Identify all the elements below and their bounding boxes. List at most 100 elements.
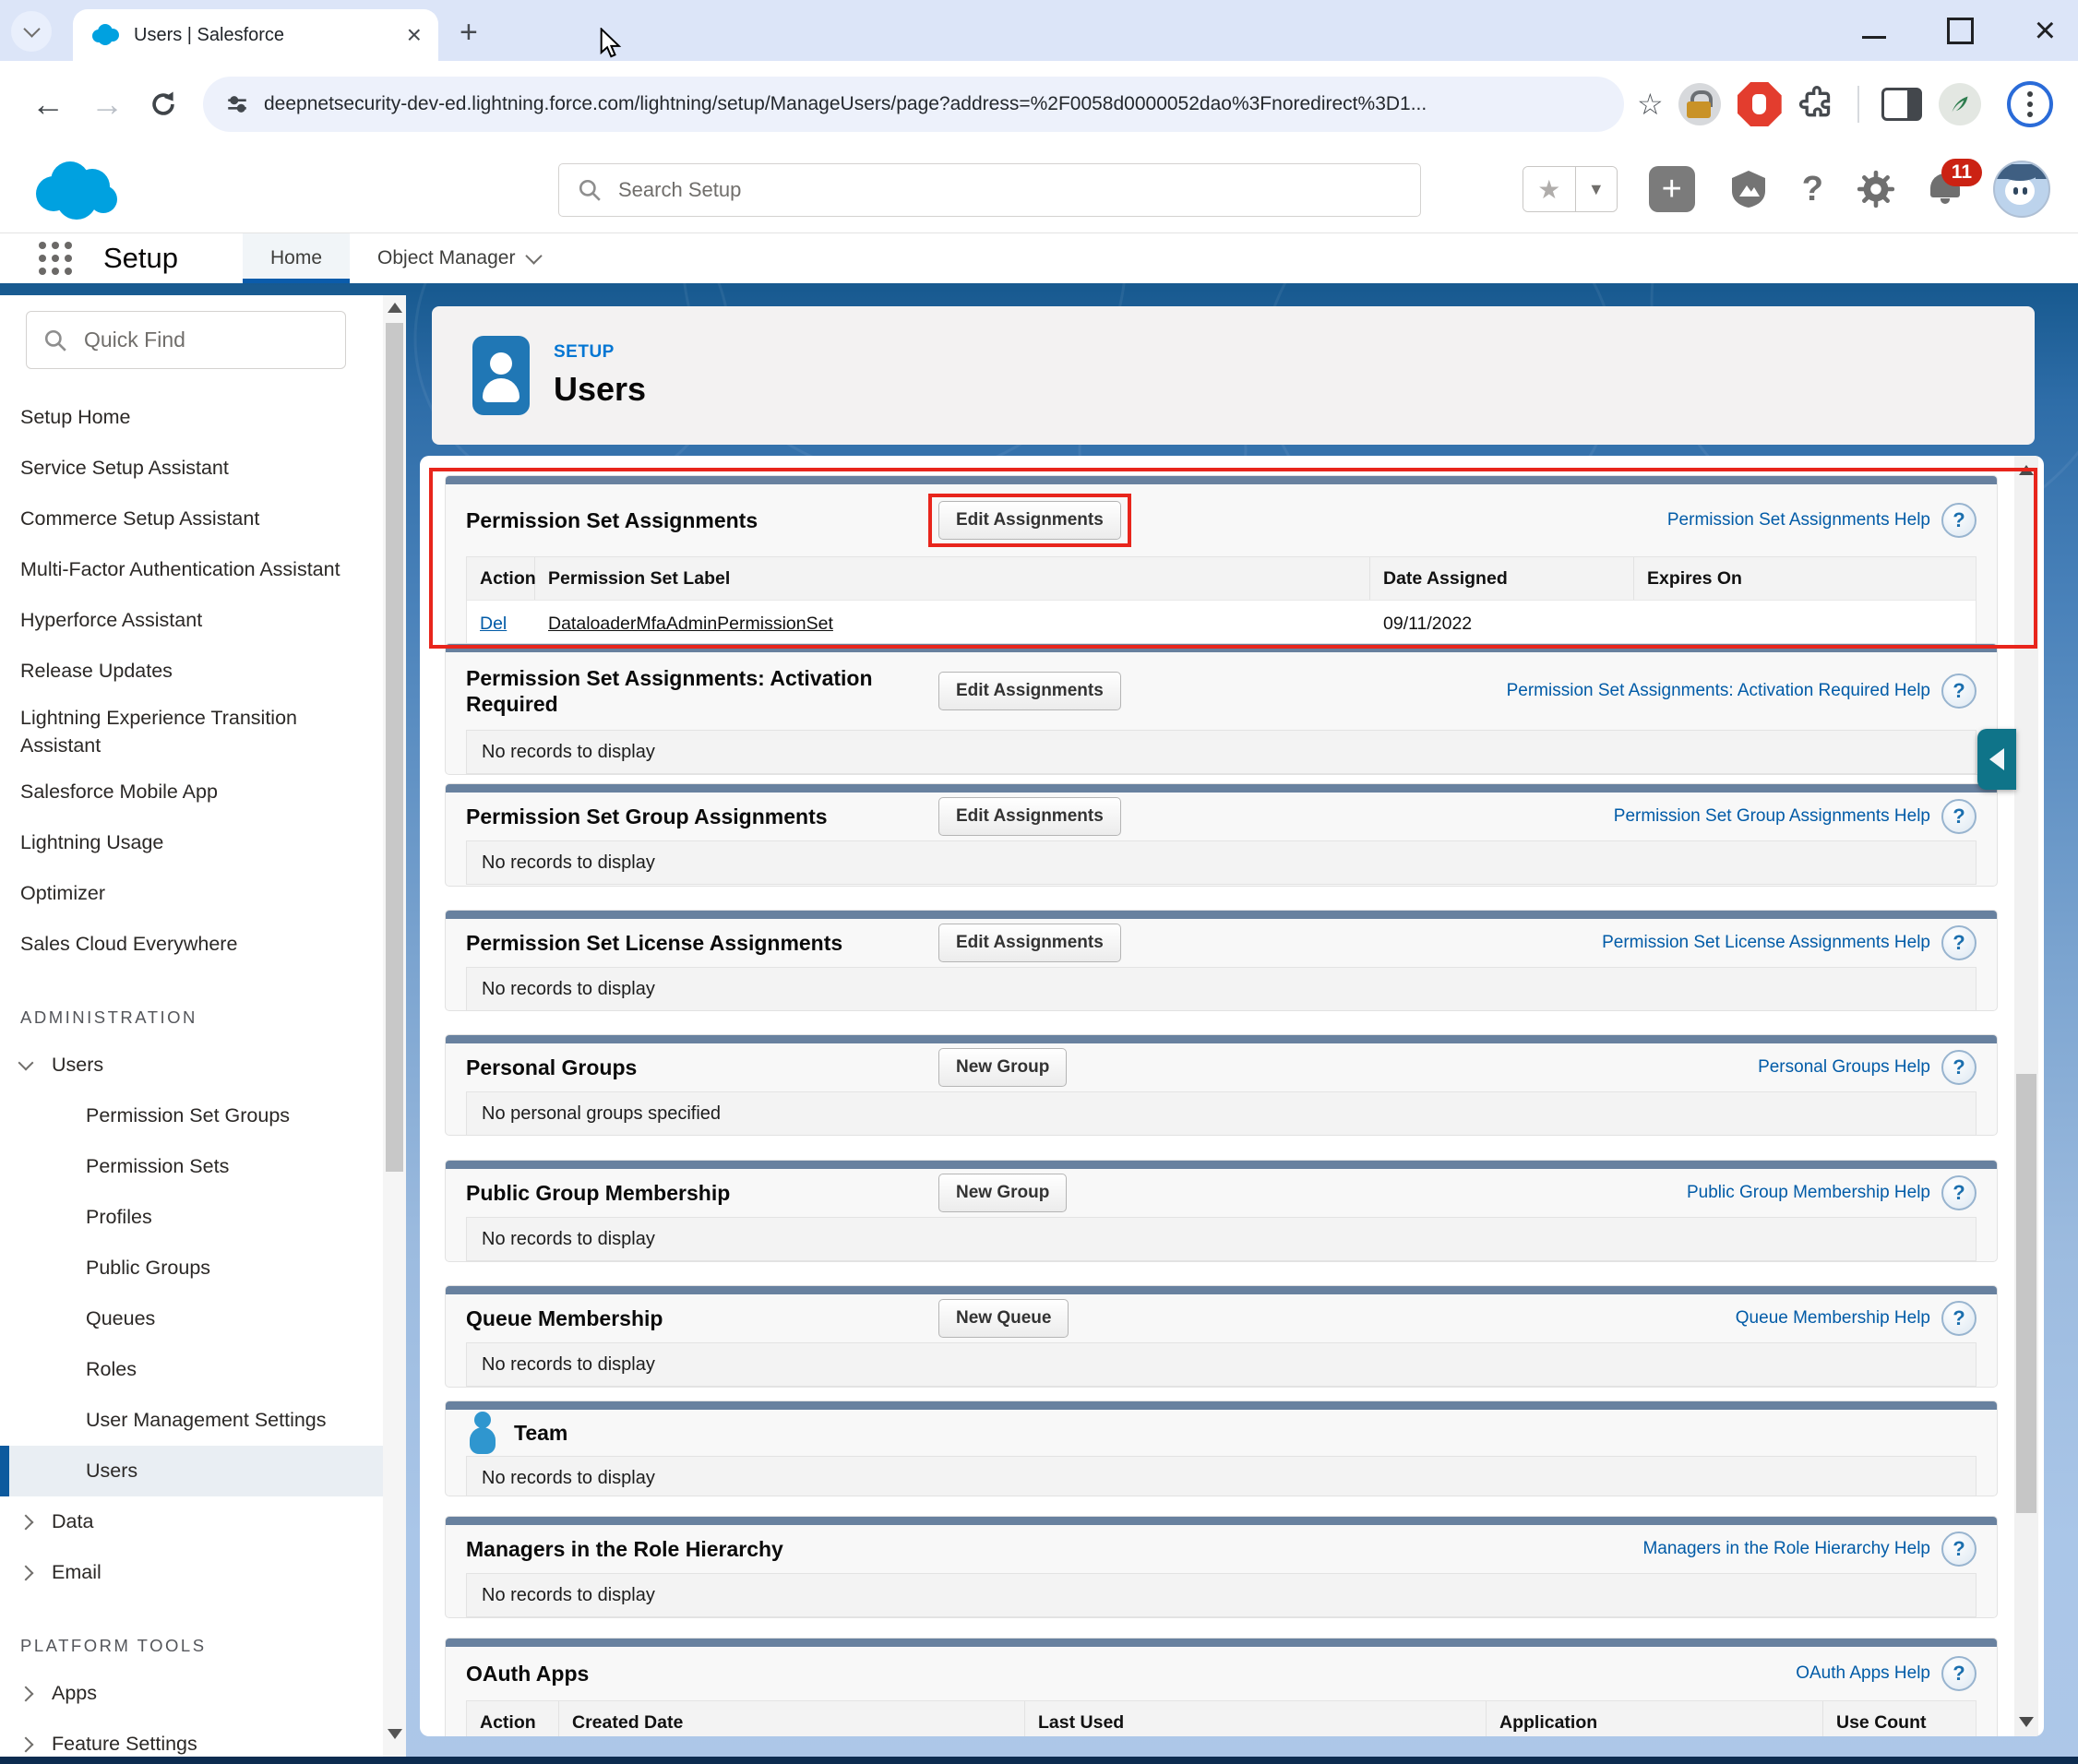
sidebar-item-sales-cloud-everywhere[interactable]: Sales Cloud Everywhere	[0, 919, 383, 970]
tab-home[interactable]: Home	[243, 233, 350, 283]
new-group-button[interactable]: New Group	[938, 1048, 1067, 1087]
sidebar-nav: Setup Home Service Setup Assistant Comme…	[0, 392, 383, 1764]
window-minimize-button[interactable]	[1862, 36, 1886, 39]
global-actions-icon[interactable]: +	[1649, 166, 1695, 212]
tab-close-icon[interactable]: ×	[407, 22, 422, 48]
help-link[interactable]: Permission Set Assignments Help	[1667, 510, 1930, 530]
trailhead-icon[interactable]	[1726, 167, 1771, 211]
edit-assignments-button[interactable]: Edit Assignments	[938, 501, 1121, 540]
bookmark-star-icon[interactable]: ☆	[1637, 87, 1664, 122]
empty-message: No records to display	[466, 840, 1976, 885]
sidebar-item-mfa-assistant[interactable]: Multi-Factor Authentication Assistant	[0, 544, 383, 595]
help-icon[interactable]: ?	[1802, 170, 1823, 209]
password-extension-icon[interactable]	[1678, 83, 1721, 125]
address-bar[interactable]: deepnetsecurity-dev-ed.lightning.force.c…	[203, 77, 1624, 132]
window-maximize-button[interactable]	[1947, 18, 1974, 44]
setup-gear-icon[interactable]	[1855, 168, 1897, 210]
collapse-panel-tab[interactable]	[1977, 729, 2016, 790]
permission-set-link[interactable]: DataloaderMfaAdminPermissionSet	[548, 614, 833, 635]
sidebar-item-commerce-setup-assistant[interactable]: Commerce Setup Assistant	[0, 494, 383, 544]
sidebar-item-data[interactable]: Data	[0, 1496, 383, 1547]
user-avatar[interactable]	[1993, 161, 2050, 218]
column-header: Created Date	[559, 1701, 1025, 1736]
browser-tab[interactable]: Users | Salesforce ×	[73, 9, 438, 61]
help-question-icon[interactable]: ?	[1941, 1656, 1976, 1691]
browser-menu-icon[interactable]	[2007, 81, 2053, 127]
forward-icon[interactable]: →	[90, 85, 124, 124]
quick-find-box[interactable]	[26, 311, 346, 369]
tab-search-button[interactable]	[11, 11, 52, 52]
edit-assignments-button[interactable]: Edit Assignments	[938, 924, 1121, 962]
sidebar-item-permission-set-groups[interactable]: Permission Set Groups	[0, 1091, 383, 1141]
empty-message: No records to display	[466, 1217, 1976, 1261]
tab-object-manager[interactable]: Object Manager	[350, 233, 567, 283]
oauth-apps-table: Action Created Date Last Used Applicatio…	[466, 1700, 1976, 1736]
sidebar-item-queues[interactable]: Queues	[0, 1293, 383, 1344]
help-link[interactable]: Public Group Membership Help	[1687, 1183, 1930, 1203]
sidebar-item-release-updates[interactable]: Release Updates	[0, 646, 383, 697]
favorites-dropdown-icon[interactable]: ▼	[1575, 167, 1617, 211]
sidebar-item-lex-transition-assistant[interactable]: Lightning Experience Transition Assistan…	[0, 697, 332, 767]
notifications-bell-icon[interactable]: 11	[1929, 173, 1962, 205]
edit-assignments-button[interactable]: Edit Assignments	[938, 797, 1121, 836]
back-icon[interactable]: ←	[31, 85, 65, 124]
help-question-icon[interactable]: ?	[1941, 925, 1976, 960]
scroll-down-icon[interactable]	[388, 1729, 402, 1739]
sidebar-item-roles[interactable]: Roles	[0, 1344, 383, 1395]
setup-search-input[interactable]	[616, 177, 1402, 203]
help-link[interactable]: Personal Groups Help	[1758, 1057, 1930, 1078]
scrollbar-thumb[interactable]	[2016, 1074, 2036, 1513]
sidebar-item-users-parent[interactable]: Users	[0, 1040, 383, 1091]
edit-assignments-button[interactable]: Edit Assignments	[938, 672, 1121, 710]
search-icon	[578, 178, 602, 202]
help-question-icon[interactable]: ?	[1941, 673, 1976, 709]
window-close-button[interactable]: ×	[2035, 12, 2056, 49]
content-scrollbar[interactable]	[2014, 456, 2038, 1736]
sidebar-item-apps[interactable]: Apps	[0, 1668, 383, 1719]
sidebar-item-lightning-usage[interactable]: Lightning Usage	[0, 817, 383, 868]
sidebar-item-email[interactable]: Email	[0, 1547, 383, 1598]
sidebar-item-users[interactable]: Users	[0, 1446, 383, 1496]
new-tab-button[interactable]: +	[460, 15, 478, 51]
help-link[interactable]: Permission Set Group Assignments Help	[1614, 806, 1930, 827]
sidebar-item-salesforce-mobile-app[interactable]: Salesforce Mobile App	[0, 767, 383, 817]
new-queue-button[interactable]: New Queue	[938, 1299, 1069, 1338]
help-question-icon[interactable]: ?	[1941, 799, 1976, 834]
sidebar-item-optimizer[interactable]: Optimizer	[0, 868, 383, 919]
site-settings-icon[interactable]	[225, 92, 249, 116]
sidebar-item-permission-sets[interactable]: Permission Sets	[0, 1141, 383, 1192]
help-question-icon[interactable]: ?	[1941, 1301, 1976, 1336]
extensions-puzzle-icon[interactable]	[1798, 86, 1835, 123]
help-question-icon[interactable]: ?	[1941, 1532, 1976, 1567]
sidebar-item-public-groups[interactable]: Public Groups	[0, 1243, 383, 1293]
sidebar-scrollbar[interactable]	[383, 295, 406, 1764]
setup-search-box[interactable]	[558, 163, 1421, 217]
scrollbar-thumb[interactable]	[386, 323, 403, 1172]
help-link[interactable]: Permission Set License Assignments Help	[1602, 933, 1930, 953]
sidebar-item-profiles[interactable]: Profiles	[0, 1192, 383, 1243]
browser-profile-avatar[interactable]	[1939, 83, 1981, 125]
help-question-icon[interactable]: ?	[1941, 1175, 1976, 1210]
help-link[interactable]: Managers in the Role Hierarchy Help	[1642, 1539, 1930, 1559]
favorites-button[interactable]: ★ ▼	[1523, 166, 1618, 212]
new-group-button[interactable]: New Group	[938, 1174, 1067, 1212]
side-panel-icon[interactable]	[1881, 88, 1922, 121]
del-link[interactable]: Del	[480, 614, 507, 635]
help-question-icon[interactable]: ?	[1941, 503, 1976, 538]
help-link[interactable]: OAuth Apps Help	[1796, 1663, 1930, 1684]
sidebar-item-hyperforce-assistant[interactable]: Hyperforce Assistant	[0, 595, 383, 646]
adblock-extension-icon[interactable]	[1738, 82, 1782, 126]
sidebar-item-setup-home[interactable]: Setup Home	[0, 392, 383, 443]
favorite-star-icon[interactable]: ★	[1523, 167, 1575, 211]
help-link[interactable]: Permission Set Assignments: Activation R…	[1507, 681, 1930, 701]
quick-find-input[interactable]	[82, 327, 328, 353]
sidebar-item-service-setup-assistant[interactable]: Service Setup Assistant	[0, 443, 383, 494]
sidebar-item-user-management-settings[interactable]: User Management Settings	[0, 1395, 383, 1446]
scroll-up-icon[interactable]	[388, 303, 402, 313]
reload-icon[interactable]	[148, 89, 179, 120]
scroll-down-icon[interactable]	[2019, 1717, 2034, 1727]
app-launcher-icon[interactable]	[39, 242, 72, 275]
scroll-up-icon[interactable]	[2019, 465, 2034, 475]
help-link[interactable]: Queue Membership Help	[1736, 1308, 1930, 1329]
help-question-icon[interactable]: ?	[1941, 1050, 1976, 1085]
